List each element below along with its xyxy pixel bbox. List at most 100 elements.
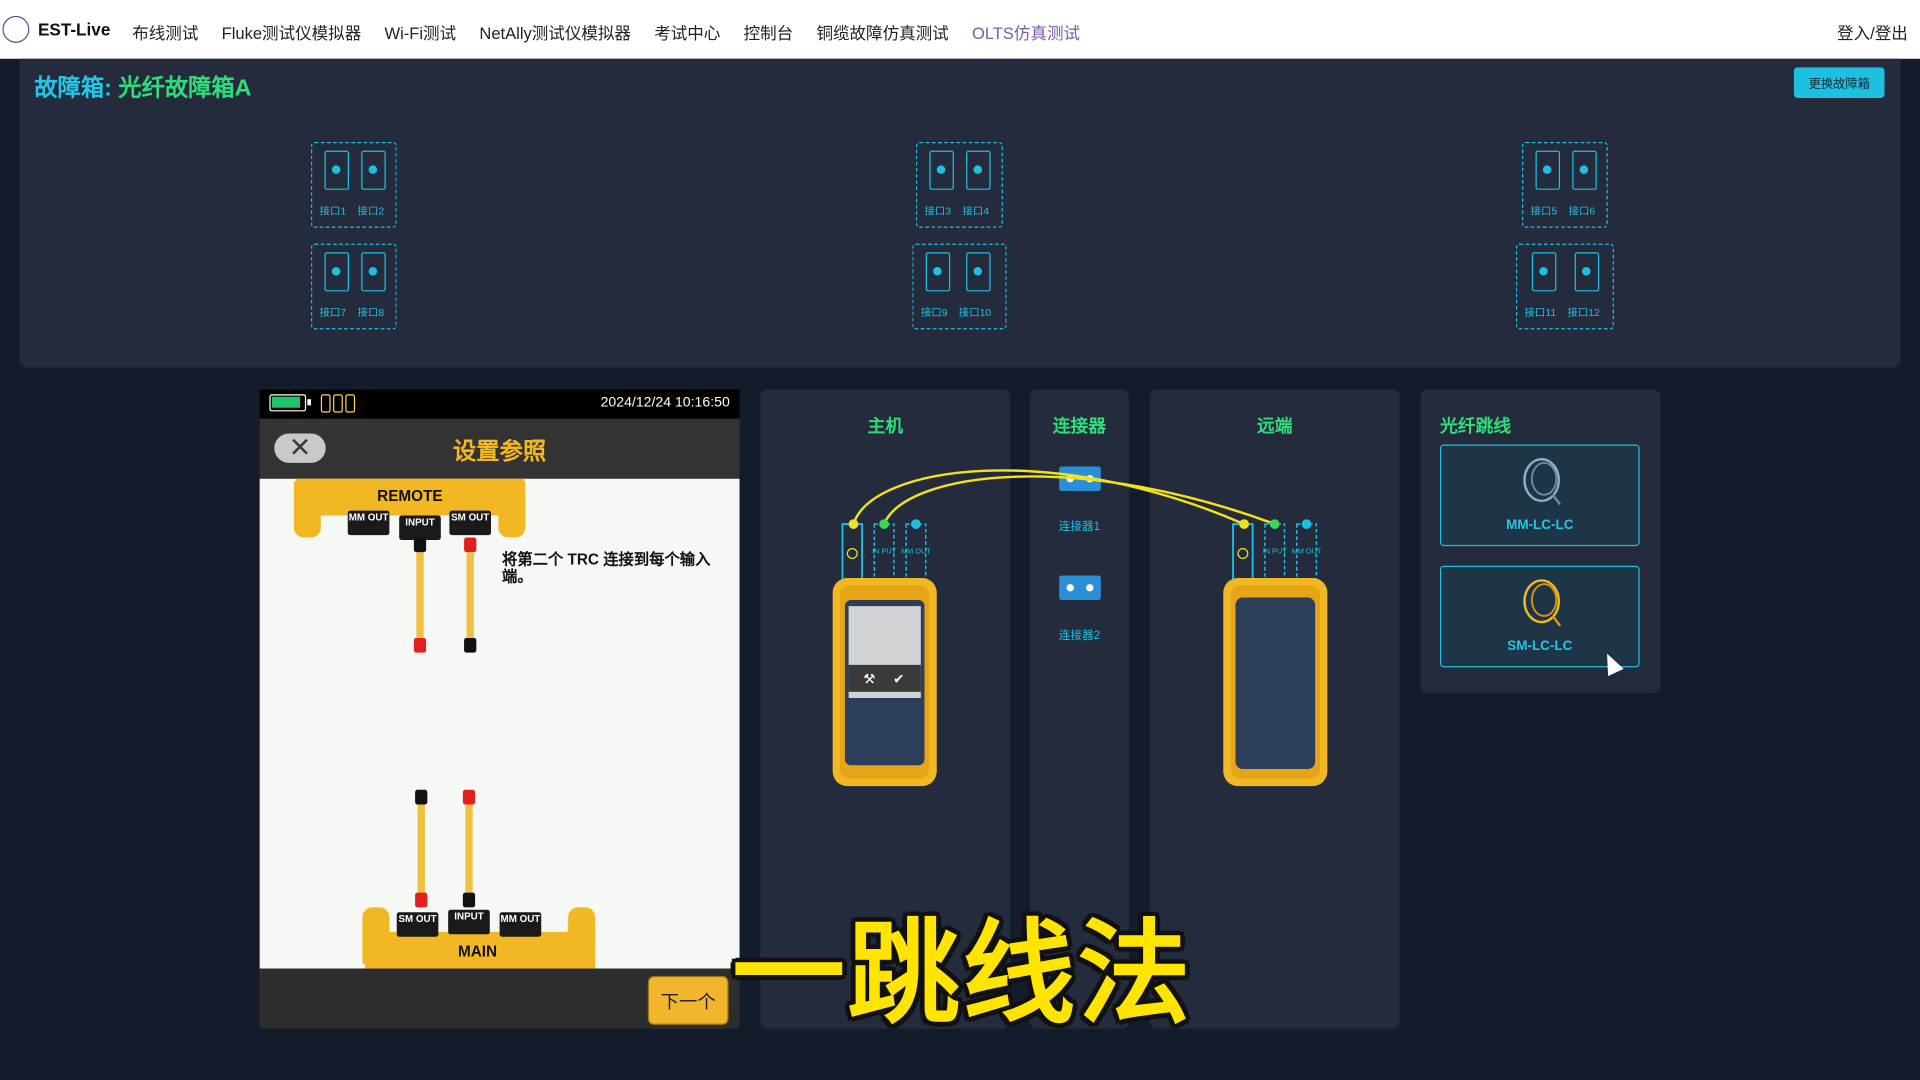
remote-input-plug	[413, 537, 427, 553]
remote-label: REMOTE	[377, 487, 443, 505]
fault-box-title: 故障箱: 光纤故障箱A	[34, 70, 251, 103]
tester-footer: 下一个	[259, 968, 740, 1029]
port-group-5-6: 接口5 接口6	[1522, 142, 1608, 228]
app-stage: EST-Live 布线测试 Fluke测试仪模拟器 Wi-Fi测试 NetAll…	[0, 0, 1920, 1080]
remote-input-connector-dot	[1269, 519, 1280, 529]
remote-sm-connector-dot	[1239, 519, 1249, 529]
main-sm-plug	[415, 892, 428, 908]
port-label-6: 接口6	[1568, 204, 1596, 217]
swap-fault-box-button[interactable]: 更换故障箱	[1793, 67, 1885, 98]
port-11[interactable]	[1531, 252, 1557, 292]
port-8[interactable]	[361, 252, 386, 292]
main-device-left-wing	[362, 907, 390, 964]
host-check-icon: ✔	[893, 672, 904, 687]
remote-port-sm[interactable]	[1232, 523, 1254, 584]
nav-item-exam-center[interactable]: 考试中心	[654, 20, 720, 44]
remote-cable-1	[416, 552, 424, 638]
host-device: ⚒ ✔	[832, 577, 937, 787]
fiber-arc-inner	[882, 475, 1276, 526]
fault-box-panel: 故障箱: 光纤故障箱A 更换故障箱 接口1 接口2 接口3 接口4 接口5 接口…	[19, 58, 1901, 368]
port-label-1: 接口1	[319, 204, 347, 217]
remote-port-input-label: IN PUT	[1263, 546, 1288, 555]
main-cable-2-top-plug	[462, 789, 476, 805]
tester-screen: 2024/12/24 10:16:50 设置参照 ✕ REMOTE MM OUT…	[259, 389, 740, 1029]
remote-device-left-wing	[293, 481, 321, 538]
nav-item-olts[interactable]: OLTS仿真测试	[972, 20, 1080, 44]
main-label: MAIN	[457, 942, 498, 961]
remote-port-input: INPUT	[399, 515, 441, 541]
nav-item-cabling[interactable]: 布线测试	[132, 20, 198, 44]
tester-instruction: 将第二个 TRC 连接到每个输入端。	[502, 551, 711, 586]
port-2[interactable]	[361, 150, 386, 190]
battery-icon	[269, 394, 312, 412]
host-wrench-icon: ⚒	[863, 672, 875, 687]
port-10[interactable]	[966, 252, 991, 292]
port-6[interactable]	[1572, 150, 1597, 190]
port-5[interactable]	[1535, 150, 1561, 190]
remote-port-sm-out: SM OUT	[449, 510, 492, 536]
next-button[interactable]: 下一个	[647, 975, 729, 1025]
port-group-7-8: 接口7 接口8	[311, 243, 397, 330]
nav-item-copper-fault[interactable]: 铜缆故障仿真测试	[816, 20, 948, 44]
fiber-coil-sm-inner	[1530, 583, 1558, 617]
main-cable-1-top-plug	[415, 789, 428, 805]
main-port-input: INPUT	[448, 909, 490, 935]
fiber-coil-mm-tail	[1551, 493, 1561, 506]
host-input-connector-dot	[879, 519, 889, 529]
host-port-input-label: IN PUT	[872, 546, 897, 555]
port-group-9-10: 接口9 接口10	[912, 243, 1007, 330]
tester-title: 设置参照	[453, 439, 547, 466]
main-port-sm-out: SM OUT	[396, 912, 439, 937]
main-cable-1	[417, 804, 425, 898]
port-7[interactable]	[324, 252, 349, 292]
remote-mm-connector-dot	[1301, 519, 1312, 529]
fiber-card-mm-label: MM-LC-LC	[1506, 517, 1574, 533]
fiber-card-mm-lc-lc[interactable]: MM-LC-LC	[1440, 444, 1640, 547]
tester-status-bar: 2024/12/24 10:16:50	[259, 389, 740, 419]
nav-menu: 布线测试 Fluke测试仪模拟器 Wi-Fi测试 NetAlly测试仪模拟器 考…	[132, 20, 1080, 44]
main-input-plug	[462, 892, 476, 908]
port-3[interactable]	[929, 150, 954, 190]
main-port-mm-out: MM OUT	[499, 912, 542, 937]
remote-sm-ring	[1237, 547, 1249, 559]
host-mm-connector-dot	[911, 519, 921, 529]
remote-port-mm-out: MM OUT	[347, 510, 390, 536]
tester-datetime: 2024/12/24 10:16:50	[600, 395, 730, 411]
nav-item-console[interactable]: 控制台	[744, 20, 794, 44]
port-9[interactable]	[925, 252, 951, 292]
tester-header: 设置参照 ✕	[259, 418, 740, 479]
port-label-9: 接口9	[920, 306, 948, 319]
port-label-10: 接口10	[958, 306, 992, 319]
host-sm-connector-dot	[848, 519, 859, 529]
fiber-coil-icon-sm	[1523, 579, 1561, 627]
tester-diagram: REMOTE MM OUT INPUT SM OUT 将第二个 TRC 连接到每…	[259, 478, 740, 969]
test-setup-illustration: IN PUT MM OUT ⚒ ✔ IN PUT MM OUT	[832, 469, 1328, 787]
port-label-5: 接口5	[1530, 204, 1558, 217]
host-port-sm[interactable]	[841, 523, 863, 584]
remote-sm-plug	[464, 537, 477, 553]
fiber-coil-mm-inner	[1530, 461, 1558, 496]
remote-device	[1223, 577, 1328, 787]
main-cable-2	[465, 804, 473, 898]
port-4[interactable]	[966, 150, 991, 190]
host-sm-ring	[846, 547, 858, 559]
login-link[interactable]: 登入/登出	[1837, 20, 1908, 44]
close-icon[interactable]: ✕	[274, 433, 326, 463]
remote-cable-1-end-plug	[413, 637, 427, 653]
nav-item-wifi[interactable]: Wi-Fi测试	[385, 20, 457, 44]
host-device-toolbar	[848, 664, 921, 692]
port-label-11: 接口11	[1524, 306, 1557, 319]
fiber-coil-icon-mm	[1523, 457, 1561, 506]
fiber-patch-panel: 光纤跳线 MM-LC-LC SM-LC-LC	[1420, 389, 1661, 694]
port-1[interactable]	[324, 150, 349, 190]
nav-item-fluke-simulator[interactable]: Fluke测试仪模拟器	[222, 20, 362, 44]
nav-item-netally-simulator[interactable]: NetAlly测试仪模拟器	[479, 20, 631, 44]
fiber-coil-sm-tail	[1551, 615, 1561, 627]
main-device-right-wing	[568, 907, 596, 964]
remote-device-screen	[1235, 597, 1316, 769]
brand-name[interactable]: EST-Live	[38, 20, 110, 40]
port-12[interactable]	[1574, 252, 1600, 292]
video-caption: 一跳线法	[732, 912, 1193, 1038]
top-nav: EST-Live 布线测试 Fluke测试仪模拟器 Wi-Fi测试 NetAll…	[0, 0, 1920, 59]
port-group-3-4: 接口3 接口4	[915, 142, 1003, 228]
